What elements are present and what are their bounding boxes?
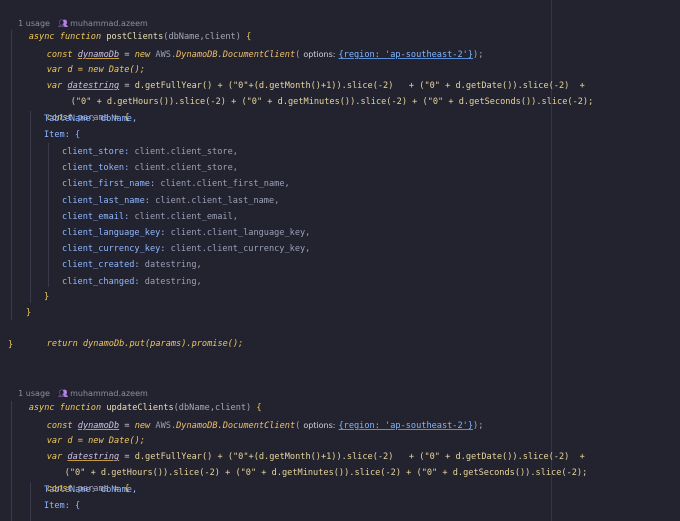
indent-guide bbox=[11, 401, 12, 521]
field-text: client_first_name: client.client_first_n… bbox=[62, 179, 290, 190]
item-field-line[interactable]: client_currency_key: client.client_curre… bbox=[62, 242, 310, 257]
field-text: client_last_name: client.client_last_nam… bbox=[62, 195, 280, 206]
indent-guide bbox=[48, 143, 49, 287]
field-text: client_changed: datestring, bbox=[62, 276, 202, 287]
datestring-expr-b: ("0" + d.getHours()).slice(-2) + ("0" + … bbox=[64, 468, 588, 478]
code-line-params[interactable]: const params = { bbox=[26, 467, 130, 494]
item-field-line[interactable]: client_changed: datestring, bbox=[62, 275, 202, 290]
item-close: } bbox=[44, 292, 50, 302]
class-documentclient[interactable]: DynamoDB.DocumentClient bbox=[176, 421, 295, 431]
code-editor[interactable]: 1 usage 👥︎ muhammad.azeem async function p… bbox=[0, 0, 680, 521]
item-field-line[interactable]: client_created: datestring, bbox=[62, 258, 202, 273]
item-field-line[interactable]: client_last_name: client.client_last_nam… bbox=[62, 194, 279, 209]
code-line-dynamodb[interactable]: const dynamoDb = new AWS.DynamoDB.Docume… bbox=[26, 32, 484, 60]
class-documentclient[interactable]: DynamoDB.DocumentClient bbox=[176, 50, 295, 60]
code-line-datestring-b[interactable]: ("0" + d.getHours()).slice(-2) + ("0" + … bbox=[44, 451, 588, 478]
code-line-tablename[interactable]: TableName: dbName, bbox=[44, 483, 137, 498]
code-line-datestring-a[interactable]: var datestring = d.getFullYear() + ("0"+… bbox=[26, 435, 585, 462]
region-object[interactable]: {region: 'ap-southeast-2'} bbox=[338, 50, 473, 60]
item-field-line[interactable]: client_store: client.client_store, bbox=[62, 145, 238, 160]
function-signature[interactable]: async function updateClients(dbName,clie… bbox=[8, 386, 262, 413]
param-hint: options: bbox=[303, 50, 336, 59]
paren-close: ); bbox=[473, 421, 484, 431]
code-line-datestring-a[interactable]: var datestring = d.getFullYear() + ("0"+… bbox=[26, 64, 585, 91]
aws-namespace: AWS. bbox=[155, 50, 177, 60]
item-field-line[interactable]: client_email: client.client_email, bbox=[62, 210, 238, 225]
code-line-params[interactable]: const params = { bbox=[26, 96, 130, 123]
code-line-item[interactable]: Item: { bbox=[44, 128, 80, 143]
field-text: client_currency_key: client.client_curre… bbox=[62, 244, 311, 255]
code-line-return[interactable]: return dynamoDb.put(params).promise(); bbox=[26, 322, 244, 349]
return-statement: return dynamoDb.put(params).promise(); bbox=[46, 339, 244, 349]
item-field-line[interactable]: client_language_key: client.client_langu… bbox=[62, 226, 310, 241]
field-text: client_token: client.client_store, bbox=[62, 163, 238, 174]
indent-guide bbox=[30, 482, 31, 521]
usage-hint[interactable]: 1 usage 👥︎ muhammad.azeem bbox=[8, 1, 148, 28]
field-text: client_store: client.client_store, bbox=[62, 147, 238, 157]
field-text: client_email: client.client_email, bbox=[62, 211, 238, 222]
code-line-dynamodb[interactable]: const dynamoDb = new AWS.DynamoDB.Docume… bbox=[26, 403, 484, 431]
params-close: } bbox=[26, 308, 32, 318]
indent-guide bbox=[30, 111, 31, 303]
indent-guide bbox=[11, 30, 12, 320]
paren-close: ); bbox=[473, 50, 484, 60]
item-field-line[interactable]: client_first_name: client.client_first_n… bbox=[62, 177, 290, 192]
code-line-date[interactable]: var d = new Date(); bbox=[26, 419, 145, 446]
region-object[interactable]: {region: 'ap-southeast-2'} bbox=[338, 421, 473, 431]
datestring-expr-b: ("0" + d.getHours()).slice(-2) + ("0" + … bbox=[70, 97, 594, 107]
field-text: client_language_key: client.client_langu… bbox=[62, 228, 311, 238]
function-close: } bbox=[8, 340, 14, 350]
item-field-line[interactable]: client_token: client.client_store, bbox=[62, 161, 238, 176]
code-line-datestring-b[interactable]: ("0" + d.getHours()).slice(-2) + ("0" + … bbox=[50, 80, 594, 107]
usage-hint[interactable]: 1 usage 👥︎ muhammad.azeem bbox=[8, 371, 148, 398]
code-line-item[interactable]: Item: { bbox=[44, 499, 80, 514]
code-line-tablename[interactable]: TableName: dbName, bbox=[44, 112, 137, 127]
field-text: client_created: datestring, bbox=[62, 260, 202, 271]
function-signature[interactable]: async function postClients(dbName,client… bbox=[8, 15, 252, 42]
aws-namespace: AWS. bbox=[155, 421, 177, 431]
param-hint: options: bbox=[303, 421, 336, 430]
code-line-date[interactable]: var d = new Date(); bbox=[26, 48, 145, 75]
